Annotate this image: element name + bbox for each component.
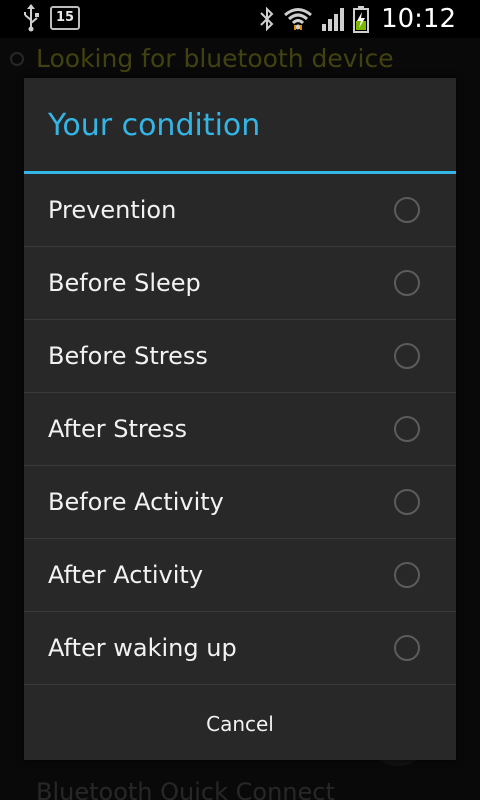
option-label: Before Stress [48,342,208,370]
radio-button[interactable] [394,562,420,588]
condition-dialog: Your condition Prevention Before Sleep B… [24,78,456,760]
cancel-button[interactable]: Cancel [24,687,456,760]
option-before-activity[interactable]: Before Activity [24,466,456,539]
option-before-sleep[interactable]: Before Sleep [24,247,456,320]
option-after-waking-up[interactable]: After waking up [24,612,456,685]
radio-button[interactable] [394,489,420,515]
option-label: Before Activity [48,488,224,516]
option-label: After Activity [48,561,204,589]
option-after-activity[interactable]: After Activity [24,539,456,612]
dialog-header: Your condition [24,78,456,174]
wifi-icon [283,6,313,32]
status-bar: 15 10:12 [0,0,480,38]
battery-charging-icon [353,5,370,33]
usb-icon [22,4,40,32]
radio-button[interactable] [394,197,420,223]
radio-button[interactable] [394,270,420,296]
screen: 15 10:12 Looking for bluetooth device Bl… [0,0,480,800]
option-label: Prevention [48,196,177,224]
option-prevention[interactable]: Prevention [24,174,456,247]
radio-button[interactable] [394,635,420,661]
dialog-title: Your condition [48,108,261,143]
bluetooth-icon [259,6,275,32]
clock: 10:12 [381,4,456,34]
option-label: After waking up [48,634,237,662]
option-after-stress[interactable]: After Stress [24,393,456,466]
option-label: After Stress [48,415,188,443]
option-before-stress[interactable]: Before Stress [24,320,456,393]
status-bar-right: 10:12 [259,2,456,36]
radio-button[interactable] [394,416,420,442]
status-bar-left: 15 [22,4,80,32]
notification-count-badge: 15 [50,6,80,30]
condition-option-list: Prevention Before Sleep Before Stress Af… [24,174,456,685]
option-label: Before Sleep [48,269,201,297]
dialog-footer: Cancel [24,687,456,760]
signal-icon [321,6,345,32]
radio-button[interactable] [394,343,420,369]
